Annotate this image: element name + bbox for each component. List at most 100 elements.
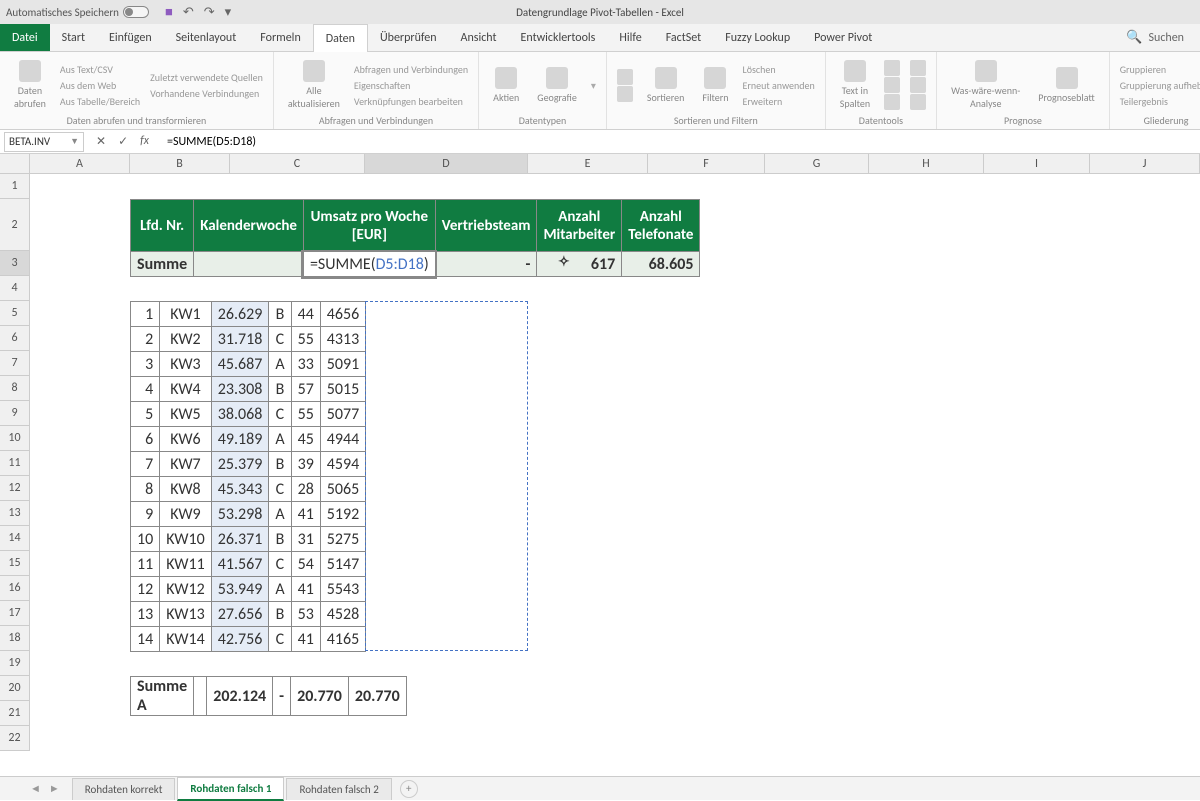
summea-C[interactable] — [194, 677, 207, 716]
toggle-icon[interactable] — [123, 6, 149, 18]
cell-r11-cE[interactable]: B — [269, 452, 291, 477]
advanced-filter[interactable]: Erweitern — [743, 94, 815, 109]
sheet-tab-3[interactable]: Rohdaten falsch 2 — [286, 778, 391, 800]
cell-r16-cG[interactable]: 5543 — [320, 577, 365, 602]
col-header-F[interactable]: F — [648, 154, 765, 174]
row-header-18[interactable]: 18 — [0, 626, 30, 651]
spreadsheet-grid[interactable]: ABCDEFGHIJ 12345678910111213141516171819… — [0, 154, 1200, 774]
cell-r13-cG[interactable]: 5192 — [320, 502, 365, 527]
main-data-table[interactable]: Lfd. Nr.KalenderwocheUmsatz pro Woche [E… — [130, 199, 700, 277]
cell-r5-cD[interactable]: 26.629 — [211, 302, 269, 327]
row-header-7[interactable]: 7 — [0, 351, 30, 376]
sort-button[interactable]: Sortieren — [643, 67, 689, 104]
cell-r16-cC[interactable]: KW12 — [160, 577, 212, 602]
tab-factset[interactable]: FactSet — [654, 24, 713, 51]
from-web[interactable]: Aus dem Web — [60, 78, 140, 93]
cell-r9-cF[interactable]: 55 — [291, 402, 320, 427]
recent-sources[interactable]: Zuletzt verwendete Quellen — [150, 70, 263, 85]
redo-icon[interactable]: ↷ — [204, 5, 215, 20]
col-header-A[interactable]: A — [30, 154, 130, 174]
cell-r11-cG[interactable]: 4594 — [320, 452, 365, 477]
cell-r14-cC[interactable]: KW10 — [160, 527, 212, 552]
data-model-icon[interactable] — [910, 94, 926, 110]
refresh-all-button[interactable]: Alle aktualisieren — [284, 60, 344, 110]
cell-r11-cC[interactable]: KW7 — [160, 452, 212, 477]
summea-G[interactable]: 20.770 — [348, 677, 406, 716]
row-header-14[interactable]: 14 — [0, 526, 30, 551]
cell-r10-cE[interactable]: A — [269, 427, 291, 452]
cell-r8-cC[interactable]: KW4 — [160, 377, 212, 402]
tab-view[interactable]: Ansicht — [449, 24, 509, 51]
cell-r7-cC[interactable]: KW3 — [160, 352, 212, 377]
cell-r11-cF[interactable]: 39 — [291, 452, 320, 477]
flashfill-icon[interactable] — [884, 60, 900, 76]
cell-r13-cB[interactable]: 9 — [131, 502, 160, 527]
header-g[interactable]: Anzahl Telefonate — [622, 200, 700, 252]
qat-more-icon[interactable]: ▾ — [225, 5, 232, 20]
cell-r9-cG[interactable]: 5077 — [320, 402, 365, 427]
col-header-H[interactable]: H — [869, 154, 984, 174]
row-header-1[interactable]: 1 — [0, 174, 30, 199]
row-header-9[interactable]: 9 — [0, 401, 30, 426]
row-header-11[interactable]: 11 — [0, 451, 30, 476]
cell-r9-cE[interactable]: C — [269, 402, 291, 427]
cell-r13-cD[interactable]: 53.298 — [211, 502, 269, 527]
whatif-button[interactable]: Was-wäre-wenn- Analyse — [947, 60, 1024, 110]
cell-r17-cD[interactable]: 27.656 — [211, 602, 269, 627]
ungroup-button[interactable]: Gruppierung aufheben — [1120, 78, 1200, 93]
formula-input[interactable] — [167, 135, 1200, 149]
cell-r16-cD[interactable]: 53.949 — [211, 577, 269, 602]
cell-r17-cC[interactable]: KW13 — [160, 602, 212, 627]
row-header-15[interactable]: 15 — [0, 551, 30, 576]
cell-r12-cE[interactable]: C — [269, 477, 291, 502]
summe-label[interactable]: Summe — [131, 252, 194, 277]
name-box-dropdown-icon[interactable]: ▼ — [70, 136, 79, 147]
row-header-2[interactable]: 2 — [0, 199, 30, 251]
tab-file[interactable]: Datei — [0, 24, 50, 51]
col-header-B[interactable]: B — [130, 154, 230, 174]
header-d[interactable]: Umsatz pro Woche [EUR] — [303, 200, 435, 252]
sheet-tab-1[interactable]: Rohdaten korrekt — [72, 778, 176, 800]
cell-r6-cG[interactable]: 4313 — [320, 327, 365, 352]
cell-r5-cG[interactable]: 4656 — [320, 302, 365, 327]
cell-r7-cF[interactable]: 33 — [291, 352, 320, 377]
row-header-20[interactable]: 20 — [0, 676, 30, 701]
row-header-8[interactable]: 8 — [0, 376, 30, 401]
clear-filter[interactable]: Löschen — [743, 62, 815, 77]
row-header-19[interactable]: 19 — [0, 651, 30, 676]
data-rows-table[interactable]: 1KW126.629B4446562KW231.718C5543133KW345… — [130, 301, 366, 652]
cell-r6-cD[interactable]: 31.718 — [211, 327, 269, 352]
summea-E[interactable]: - — [273, 677, 291, 716]
cancel-formula-icon[interactable]: ✕ — [96, 134, 106, 149]
summe-a-table[interactable]: Summe A202.124-20.77020.770 — [130, 676, 407, 716]
row-header-12[interactable]: 12 — [0, 476, 30, 501]
relationships-icon[interactable] — [910, 77, 926, 93]
row-headers[interactable]: 12345678910111213141516171819202122 — [0, 174, 30, 751]
cell-r6-cF[interactable]: 55 — [291, 327, 320, 352]
cell-r8-cG[interactable]: 5015 — [320, 377, 365, 402]
cell-r5-cF[interactable]: 44 — [291, 302, 320, 327]
cell-r18-cF[interactable]: 41 — [291, 627, 320, 652]
edit-links[interactable]: Verknüpfungen bearbeiten — [354, 94, 468, 109]
cell-r18-cB[interactable]: 14 — [131, 627, 160, 652]
tab-review[interactable]: Überprüfen — [368, 24, 449, 51]
cell-r13-cE[interactable]: A — [269, 502, 291, 527]
sort-asc-icon[interactable] — [617, 69, 633, 85]
cell-r13-cF[interactable]: 41 — [291, 502, 320, 527]
cell-r10-cF[interactable]: 45 — [291, 427, 320, 452]
prev-sheet-icon[interactable]: ◄ — [30, 782, 41, 795]
cell-r14-cE[interactable]: B — [269, 527, 291, 552]
stocks-button[interactable]: Aktien — [489, 67, 523, 104]
summea-F[interactable]: 20.770 — [291, 677, 349, 716]
cell-r7-cB[interactable]: 3 — [131, 352, 160, 377]
cell-r5-cB[interactable]: 1 — [131, 302, 160, 327]
header-f[interactable]: Anzahl Mitarbeiter — [537, 200, 622, 252]
forecast-sheet-button[interactable]: Prognoseblatt — [1034, 67, 1098, 104]
summe-g[interactable]: 68.605 — [622, 252, 700, 277]
cell-r14-cF[interactable]: 31 — [291, 527, 320, 552]
tab-data[interactable]: Daten — [313, 24, 368, 52]
cell-r17-cG[interactable]: 4528 — [320, 602, 365, 627]
cell-r12-cG[interactable]: 5065 — [320, 477, 365, 502]
cell-r5-cE[interactable]: B — [269, 302, 291, 327]
header-b[interactable]: Lfd. Nr. — [131, 200, 194, 252]
